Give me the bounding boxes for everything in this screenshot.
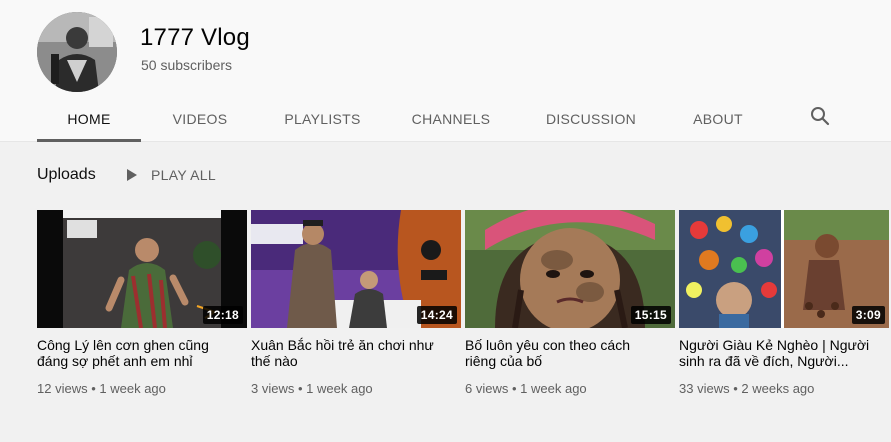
video-thumbnail[interactable]: 15:15 xyxy=(465,210,675,328)
video-duration: 3:09 xyxy=(851,306,885,324)
channel-header: 1777 Vlog 50 subscribers HOME VIDEOS PLA… xyxy=(0,0,891,142)
view-count: 3 views xyxy=(251,381,295,396)
play-icon xyxy=(127,169,137,181)
tab-videos[interactable]: VIDEOS xyxy=(141,95,259,142)
uploads-title[interactable]: Uploads xyxy=(37,166,96,184)
video-card[interactable]: 12:18 Công Lý lên cơn ghen cũng đáng sợ … xyxy=(37,210,247,396)
meta-separator: • xyxy=(91,381,96,396)
video-card[interactable]: 3:09 Người Giàu Kẻ Nghèo | Người sinh ra… xyxy=(679,210,889,396)
avatar-image xyxy=(37,12,117,92)
video-title[interactable]: Công Lý lên cơn ghen cũng đáng sợ phết a… xyxy=(37,337,237,369)
view-count: 6 views xyxy=(465,381,509,396)
video-title[interactable]: Người Giàu Kẻ Nghèo | Người sinh ra đã v… xyxy=(679,337,879,369)
view-count: 12 views xyxy=(37,381,88,396)
tab-about[interactable]: ABOUT xyxy=(666,95,770,142)
upload-age: 2 weeks ago xyxy=(741,381,815,396)
channel-tabs: HOME VIDEOS PLAYLISTS CHANNELS DISCUSSIO… xyxy=(37,95,770,142)
video-thumbnail[interactable]: 3:09 xyxy=(679,210,889,328)
video-duration: 14:24 xyxy=(416,306,457,324)
tab-discussion[interactable]: DISCUSSION xyxy=(516,95,666,142)
video-thumbnail[interactable]: 14:24 xyxy=(251,210,461,328)
upload-age: 1 week ago xyxy=(99,381,166,396)
upload-age: 1 week ago xyxy=(520,381,587,396)
video-card[interactable]: 15:15 Bố luôn yêu con theo cách riêng củ… xyxy=(465,210,675,396)
upload-age: 1 week ago xyxy=(306,381,373,396)
video-meta: 3 views • 1 week ago xyxy=(251,381,461,396)
tab-playlists[interactable]: PLAYLISTS xyxy=(259,95,386,142)
video-meta: 6 views • 1 week ago xyxy=(465,381,675,396)
channel-name: 1777 Vlog xyxy=(140,24,250,51)
meta-separator: • xyxy=(733,381,738,396)
tab-channels[interactable]: CHANNELS xyxy=(386,95,516,142)
video-duration: 15:15 xyxy=(630,306,671,324)
search-icon[interactable] xyxy=(808,104,832,128)
view-count: 33 views xyxy=(679,381,730,396)
play-all-label: PLAY ALL xyxy=(151,167,216,183)
video-thumbnail[interactable]: 12:18 xyxy=(37,210,247,328)
subscriber-count: 50 subscribers xyxy=(141,57,233,73)
play-all-button[interactable]: PLAY ALL xyxy=(124,165,216,185)
video-meta: 33 views • 2 weeks ago xyxy=(679,381,889,396)
channel-avatar[interactable] xyxy=(37,12,117,92)
video-title[interactable]: Bố luôn yêu con theo cách riêng của bố xyxy=(465,337,665,369)
video-card[interactable]: 14:24 Xuân Bắc hồi trẻ ăn chơi như thế n… xyxy=(251,210,461,396)
video-title[interactable]: Xuân Bắc hồi trẻ ăn chơi như thế nào xyxy=(251,337,451,369)
meta-separator: • xyxy=(511,381,517,396)
tab-home[interactable]: HOME xyxy=(37,95,141,142)
meta-separator: • xyxy=(297,381,303,396)
video-duration: 12:18 xyxy=(202,306,243,324)
video-meta: 12 views • 1 week ago xyxy=(37,381,247,396)
